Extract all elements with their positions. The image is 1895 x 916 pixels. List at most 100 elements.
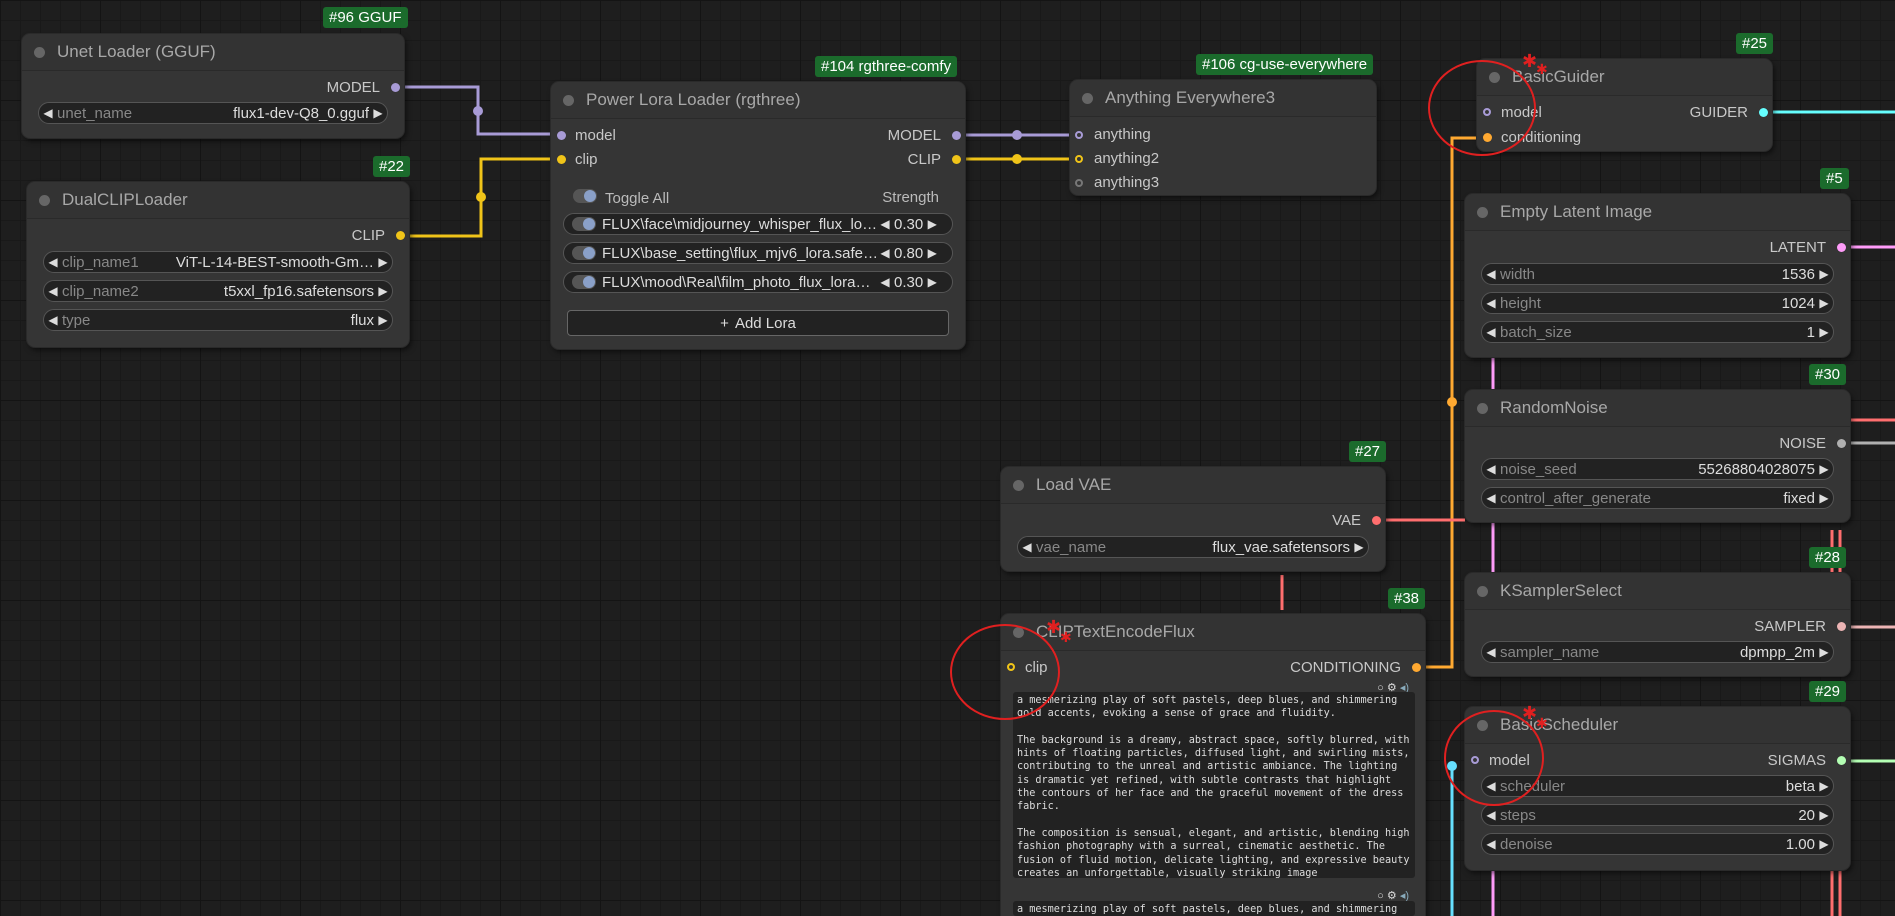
node-title[interactable]: Load VAE (1001, 467, 1385, 504)
input-anything3-socket[interactable] (1075, 179, 1083, 187)
arrow-right-icon[interactable]: ▶ (923, 275, 941, 289)
collapse-dot-icon[interactable] (1477, 585, 1488, 597)
arrow-right-icon[interactable]: ▶ (1815, 491, 1833, 505)
node-title[interactable]: DualCLIPLoader (27, 182, 409, 219)
batch-size-widget[interactable]: ◀ batch_size 1 ▶ (1481, 321, 1834, 343)
lora-toggle-switch[interactable] (572, 217, 596, 231)
node-title[interactable]: Unet Loader (GGUF) (22, 34, 404, 71)
node-title[interactable]: Empty Latent Image (1465, 194, 1850, 231)
output-clip-socket[interactable] (396, 231, 405, 240)
arrow-left-icon[interactable]: ◀ (1482, 808, 1500, 822)
clip-l-text[interactable]: a mesmerizing play of soft pastels, deep… (1013, 692, 1415, 878)
input-clip-label: clip (575, 151, 598, 168)
arrow-left-icon[interactable]: ◀ (1482, 296, 1500, 310)
unet-loader-node[interactable]: Unet Loader (GGUF) MODEL ◀ unet_name flu… (22, 34, 404, 138)
node-title[interactable]: RandomNoise (1465, 390, 1850, 427)
arrow-right-icon[interactable]: ▶ (1815, 325, 1833, 339)
arrow-left-icon[interactable]: ◀ (876, 217, 894, 231)
arrow-right-icon[interactable]: ▶ (1815, 837, 1833, 851)
lora-toggle-switch[interactable] (572, 246, 596, 260)
lora-row[interactable]: FLUX\mood\Real\film_photo_flux_lora… ◀ 0… (563, 271, 953, 293)
widget-label: clip_name2 (62, 282, 139, 300)
arrow-right-icon[interactable]: ▶ (374, 313, 392, 327)
arrow-left-icon[interactable]: ◀ (876, 275, 894, 289)
collapse-dot-icon[interactable] (1477, 206, 1488, 218)
height-widget[interactable]: ◀ height 1024 ▶ (1481, 292, 1834, 314)
clip-text-encode-flux-node[interactable]: CLIPTextEncodeFlux clip CONDITIONING ○ ⚙… (1001, 614, 1425, 916)
output-model-socket[interactable] (952, 131, 961, 140)
t5xxl-text[interactable]: a mesmerizing play of soft pastels, deep… (1013, 901, 1415, 916)
lora-toggle-switch[interactable] (572, 275, 596, 289)
output-conditioning-socket[interactable] (1412, 663, 1421, 672)
arrow-left-icon[interactable]: ◀ (1018, 540, 1036, 554)
sampler-name-widget[interactable]: ◀ sampler_name dpmpp_2m ▶ (1481, 641, 1834, 663)
arrow-right-icon[interactable]: ▶ (1815, 779, 1833, 793)
random-noise-node[interactable]: RandomNoise NOISE ◀ noise_seed 552688040… (1465, 390, 1850, 522)
arrow-left-icon[interactable]: ◀ (1482, 645, 1500, 659)
lora-row[interactable]: FLUX\base_setting\flux_mjv6_lora.safe… ◀… (563, 242, 953, 264)
arrow-right-icon[interactable]: ▶ (374, 284, 392, 298)
output-clip-socket[interactable] (952, 155, 961, 164)
arrow-left-icon[interactable]: ◀ (44, 313, 62, 327)
node-title[interactable]: KSamplerSelect (1465, 573, 1850, 610)
ksampler-select-node[interactable]: KSamplerSelect SAMPLER ◀ sampler_name dp… (1465, 573, 1850, 676)
arrow-left-icon[interactable]: ◀ (1482, 491, 1500, 505)
arrow-left-icon[interactable]: ◀ (44, 255, 62, 269)
clip-name1-widget[interactable]: ◀ clip_name1 ViT-L-14-BEST-smooth-Gm… ▶ (43, 251, 393, 273)
output-guider-socket[interactable] (1759, 108, 1768, 117)
arrow-right-icon[interactable]: ▶ (1815, 267, 1833, 281)
output-sigmas-socket[interactable] (1837, 756, 1846, 765)
empty-latent-image-node[interactable]: Empty Latent Image LATENT ◀ width 1536 ▶… (1465, 194, 1850, 357)
input-anything2-socket[interactable] (1075, 155, 1083, 163)
arrow-right-icon[interactable]: ▶ (1350, 540, 1368, 554)
anything-everywhere-node[interactable]: Anything Everywhere3 anything anything2 … (1070, 80, 1376, 195)
steps-widget[interactable]: ◀ steps 20 ▶ (1481, 804, 1834, 826)
output-model-socket[interactable] (391, 83, 400, 92)
collapse-dot-icon[interactable] (563, 94, 574, 106)
dualclip-loader-node[interactable]: DualCLIPLoader CLIP ◀ clip_name1 ViT-L-1… (27, 182, 409, 347)
control-after-generate-widget[interactable]: ◀ control_after_generate fixed ▶ (1481, 487, 1834, 509)
clip-name2-widget[interactable]: ◀ clip_name2 t5xxl_fp16.safetensors ▶ (43, 280, 393, 302)
input-anything-socket[interactable] (1075, 131, 1083, 139)
arrow-right-icon[interactable]: ▶ (1815, 808, 1833, 822)
vae-name-widget[interactable]: ◀ vae_name flux_vae.safetensors ▶ (1017, 536, 1369, 558)
arrow-right-icon[interactable]: ▶ (923, 246, 941, 260)
node-title[interactable]: Anything Everywhere3 (1070, 80, 1376, 117)
arrow-left-icon[interactable]: ◀ (39, 106, 57, 120)
arrow-right-icon[interactable]: ▶ (374, 255, 392, 269)
width-widget[interactable]: ◀ width 1536 ▶ (1481, 263, 1834, 285)
output-noise-socket[interactable] (1837, 439, 1846, 448)
collapse-dot-icon[interactable] (39, 194, 50, 206)
load-vae-node[interactable]: Load VAE VAE ◀ vae_name flux_vae.safeten… (1001, 467, 1385, 571)
denoise-widget[interactable]: ◀ denoise 1.00 ▶ (1481, 833, 1834, 855)
arrow-left-icon[interactable]: ◀ (1482, 837, 1500, 851)
toggle-all-switch[interactable] (573, 189, 597, 203)
arrow-right-icon[interactable]: ▶ (369, 106, 387, 120)
arrow-right-icon[interactable]: ▶ (923, 217, 941, 231)
power-lora-loader-node[interactable]: Power Lora Loader (rgthree) model clip M… (551, 82, 965, 349)
arrow-right-icon[interactable]: ▶ (1815, 645, 1833, 659)
lora-row[interactable]: FLUX\face\midjourney_whisper_flux_lo… ◀ … (563, 213, 953, 235)
unet-name-widget[interactable]: ◀ unet_name flux1-dev-Q8_0.gguf ▶ (38, 102, 388, 124)
arrow-left-icon[interactable]: ◀ (44, 284, 62, 298)
collapse-dot-icon[interactable] (1082, 92, 1093, 104)
collapse-dot-icon[interactable] (34, 46, 45, 58)
arrow-left-icon[interactable]: ◀ (1482, 462, 1500, 476)
toggle-all-row[interactable]: Toggle All (565, 189, 669, 207)
arrow-left-icon[interactable]: ◀ (1482, 267, 1500, 281)
node-title[interactable]: Power Lora Loader (rgthree) (551, 82, 965, 119)
arrow-right-icon[interactable]: ▶ (1815, 296, 1833, 310)
collapse-dot-icon[interactable] (1013, 479, 1024, 491)
input-model-socket[interactable] (557, 131, 566, 140)
output-latent-socket[interactable] (1837, 243, 1846, 252)
output-sampler-socket[interactable] (1837, 622, 1846, 631)
add-lora-button[interactable]: + Add Lora (567, 310, 949, 336)
arrow-left-icon[interactable]: ◀ (876, 246, 894, 260)
noise-seed-widget[interactable]: ◀ noise_seed 55268804028075 ▶ (1481, 458, 1834, 480)
input-clip-socket[interactable] (557, 155, 566, 164)
type-widget[interactable]: ◀ type flux ▶ (43, 309, 393, 331)
output-vae-socket[interactable] (1372, 516, 1381, 525)
collapse-dot-icon[interactable] (1477, 402, 1488, 414)
arrow-left-icon[interactable]: ◀ (1482, 325, 1500, 339)
arrow-right-icon[interactable]: ▶ (1815, 462, 1833, 476)
